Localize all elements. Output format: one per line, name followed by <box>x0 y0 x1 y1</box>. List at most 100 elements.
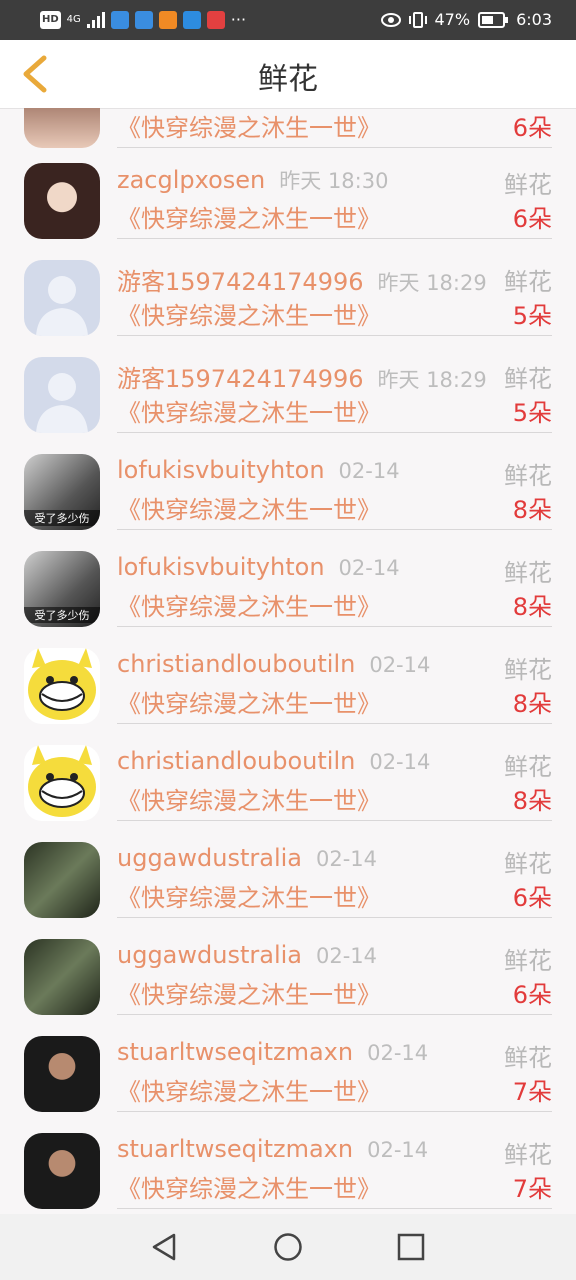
divider <box>117 1111 552 1112</box>
flower-count: 7朵 <box>512 1078 552 1106</box>
list-item[interactable]: stuarltwseqitzmaxn 02-14 鲜花 《快穿综漫之沐生一世》 7… <box>0 1026 576 1123</box>
flower-count: 6朵 <box>512 205 552 233</box>
timestamp: 02-14 <box>338 556 400 580</box>
avatar <box>24 745 100 821</box>
book-title: 《快穿综漫之沐生一世》 <box>117 399 381 427</box>
divider <box>117 238 552 239</box>
gift-type: 鲜花 <box>504 947 552 975</box>
timestamp: 昨天 18:29 <box>377 271 487 295</box>
book-title: 《快穿综漫之沐生一世》 <box>117 690 381 718</box>
avatar <box>24 648 100 724</box>
flower-count: 6朵 <box>512 981 552 1009</box>
divider <box>117 432 552 433</box>
hd-badge: HD <box>40 10 61 29</box>
vibrate-icon <box>408 11 427 28</box>
list-item[interactable]: 游客1597424174996 昨天 18:29 鲜花 《快穿综漫之沐生一世》 5… <box>0 347 576 444</box>
flower-count: 8朵 <box>512 787 552 815</box>
timestamp: 昨天 18:30 <box>279 169 389 193</box>
gift-type: 鲜花 <box>504 268 552 296</box>
user-name: stuarltwseqitzmaxn 02-14 <box>117 1038 429 1066</box>
user-silhouette-icon <box>36 276 88 336</box>
user-name: stuarltwseqitzmaxn 02-14 <box>117 1135 429 1163</box>
book-title: 《快穿综漫之沐生一世》 <box>117 1175 381 1203</box>
gift-type: 鲜花 <box>504 1044 552 1072</box>
list-item[interactable]: uggawdustralia 02-14 鲜花 《快穿综漫之沐生一世》 6朵 <box>0 929 576 1026</box>
list-item[interactable]: 受了多少伤 lofukisvbuityhton 02-14 鲜花 《快穿综漫之沐生… <box>0 541 576 638</box>
gift-type: 鲜花 <box>504 850 552 878</box>
video-app-icon <box>158 10 177 29</box>
book-title: 《快穿综漫之沐生一世》 <box>117 1078 381 1106</box>
divider <box>117 1014 552 1015</box>
divider <box>117 147 552 148</box>
book-title: 《快穿综漫之沐生一世》 <box>117 981 381 1009</box>
avatar <box>24 108 100 148</box>
avatar: 受了多少伤 <box>24 454 100 530</box>
status-right: 47% 6:03 <box>380 10 552 29</box>
avatar <box>24 1036 100 1112</box>
nav-recents-button[interactable] <box>396 1232 426 1262</box>
flower-list[interactable]: 《快穿综漫之沐生一世》 6朵 zacglpxosen 昨天 18:30 鲜花 《快… <box>0 108 576 1214</box>
book-title: 《快穿综漫之沐生一世》 <box>117 114 381 142</box>
system-nav-bar <box>0 1214 576 1280</box>
avatar <box>24 163 100 239</box>
user-name: christiandlouboutiln 02-14 <box>117 747 431 775</box>
flower-count: 7朵 <box>512 1175 552 1203</box>
signal-icon <box>86 11 105 28</box>
network-type: 4G <box>66 14 81 25</box>
book-title: 《快穿综漫之沐生一世》 <box>117 205 381 233</box>
book-title: 《快穿综漫之沐生一世》 <box>117 593 381 621</box>
flower-count: 5朵 <box>512 302 552 330</box>
list-item-partial[interactable]: 《快穿综漫之沐生一世》 6朵 <box>0 108 576 159</box>
flower-count: 6朵 <box>512 114 552 142</box>
status-left: HD 4G ··· <box>40 10 246 29</box>
avatar-caption: 受了多少伤 <box>24 510 100 526</box>
timestamp: 02-14 <box>369 750 431 774</box>
timestamp: 昨天 18:29 <box>377 368 487 392</box>
nav-back-button[interactable] <box>150 1232 180 1262</box>
gift-type: 鲜花 <box>504 365 552 393</box>
book-title: 《快穿综漫之沐生一世》 <box>117 787 381 815</box>
flower-count: 8朵 <box>512 496 552 524</box>
flower-count: 8朵 <box>512 593 552 621</box>
recents-square-icon <box>397 1233 425 1261</box>
default-user-avatar <box>24 357 100 433</box>
user-name: 游客1597424174996 昨天 18:29 <box>117 365 487 393</box>
divider <box>117 529 552 530</box>
list-item[interactable]: 游客1597424174996 昨天 18:29 鲜花 《快穿综漫之沐生一世》 5… <box>0 250 576 347</box>
divider <box>117 626 552 627</box>
back-triangle-icon <box>152 1233 176 1261</box>
app-header: 鲜花 <box>0 40 576 109</box>
gift-type: 鲜花 <box>504 559 552 587</box>
list-item[interactable]: christiandlouboutiln 02-14 鲜花 《快穿综漫之沐生一世》… <box>0 638 576 735</box>
flower-count: 6朵 <box>512 884 552 912</box>
user-name: uggawdustralia 02-14 <box>117 844 378 872</box>
wifi-app-icon <box>110 10 129 29</box>
list-item[interactable]: zacglpxosen 昨天 18:30 鲜花 《快穿综漫之沐生一世》 6朵 <box>0 153 576 250</box>
divider <box>117 820 552 821</box>
divider <box>117 917 552 918</box>
browser-app-icon <box>182 10 201 29</box>
timestamp: 02-14 <box>367 1041 429 1065</box>
user-name: christiandlouboutiln 02-14 <box>117 650 431 678</box>
list-item[interactable]: stuarltwseqitzmaxn 02-14 鲜花 《快穿综漫之沐生一世》 7… <box>0 1123 576 1214</box>
book-title: 《快穿综漫之沐生一世》 <box>117 302 381 330</box>
gift-type: 鲜花 <box>504 1141 552 1169</box>
gift-type: 鲜花 <box>504 171 552 199</box>
divider <box>117 723 552 724</box>
home-circle-icon <box>274 1233 302 1261</box>
timestamp: 02-14 <box>367 1138 429 1162</box>
troll-face-icon <box>28 745 96 817</box>
list-item[interactable]: christiandlouboutiln 02-14 鲜花 《快穿综漫之沐生一世》… <box>0 735 576 832</box>
avatar <box>24 1133 100 1209</box>
troll-face-icon <box>28 648 96 720</box>
timestamp: 02-14 <box>316 944 378 968</box>
list-item[interactable]: uggawdustralia 02-14 鲜花 《快穿综漫之沐生一世》 6朵 <box>0 832 576 929</box>
more-notifications-icon: ··· <box>230 10 247 29</box>
divider <box>117 1208 552 1209</box>
nav-home-button[interactable] <box>273 1232 303 1262</box>
list-item[interactable]: 受了多少伤 lofukisvbuityhton 02-14 鲜花 《快穿综漫之沐生… <box>0 444 576 541</box>
default-user-avatar <box>24 260 100 336</box>
avatar: 受了多少伤 <box>24 551 100 627</box>
timestamp: 02-14 <box>338 459 400 483</box>
user-name: 游客1597424174996 昨天 18:29 <box>117 268 487 296</box>
